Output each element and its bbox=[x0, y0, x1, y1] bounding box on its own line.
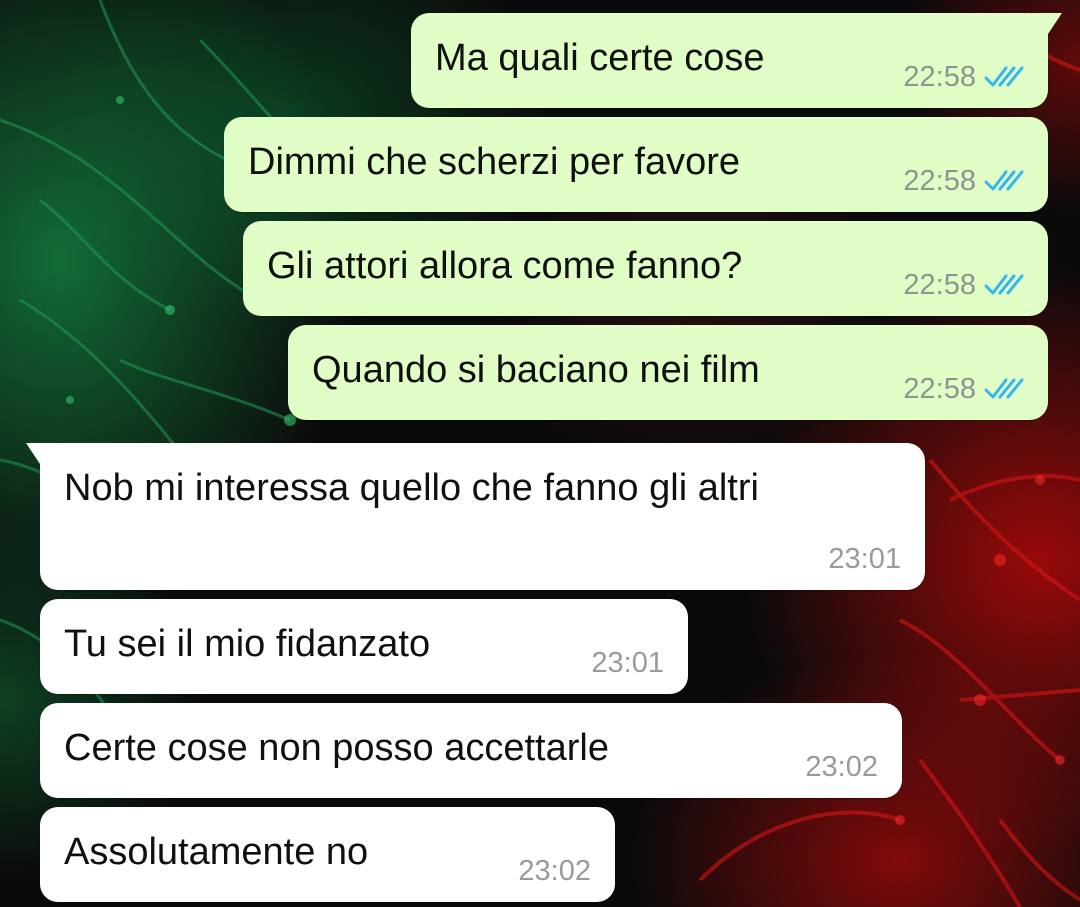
double-check-read-icon bbox=[984, 170, 1024, 191]
message-time: 22:58 bbox=[903, 165, 976, 197]
incoming-message[interactable]: Tu sei il mio fidanzato 23:01 bbox=[40, 599, 688, 694]
message-meta: 23:01 bbox=[828, 542, 901, 576]
outgoing-message[interactable]: Quando si baciano nei film 22:58 bbox=[288, 325, 1048, 420]
message-list[interactable]: Ma quali certe cose 22:58 Dimmi che sche… bbox=[0, 0, 1080, 907]
message-time: 22:58 bbox=[903, 61, 976, 93]
message-text: Dimmi che scherzi per favore bbox=[248, 141, 741, 183]
bubble-tail-icon bbox=[1032, 13, 1062, 37]
message-time: 23:01 bbox=[828, 543, 901, 575]
incoming-message[interactable]: Assolutamente no 23:02 bbox=[40, 807, 615, 902]
message-text: Quando si baciano nei film bbox=[312, 349, 760, 391]
message-text: Assolutamente no bbox=[64, 831, 369, 873]
outgoing-message[interactable]: Ma quali certe cose 22:58 bbox=[411, 13, 1062, 108]
message-meta: 23:01 bbox=[591, 646, 664, 680]
message-text: Certe cose non posso accettarle bbox=[64, 727, 609, 769]
message-text: Tu sei il mio fidanzato bbox=[64, 623, 431, 665]
incoming-message[interactable]: Nob mi interessa quello che fanno gli al… bbox=[26, 443, 925, 590]
message-time: 23:01 bbox=[591, 647, 664, 679]
double-check-read-icon bbox=[984, 274, 1024, 295]
message-meta: 22:58 bbox=[903, 268, 1024, 302]
message-meta: 22:58 bbox=[903, 60, 1024, 94]
message-meta: 22:58 bbox=[903, 372, 1024, 406]
message-time: 22:58 bbox=[903, 269, 976, 301]
double-check-read-icon bbox=[984, 66, 1024, 87]
message-meta: 23:02 bbox=[805, 750, 878, 784]
outgoing-message[interactable]: Dimmi che scherzi per favore 22:58 bbox=[224, 117, 1048, 212]
incoming-message[interactable]: Certe cose non posso accettarle 23:02 bbox=[40, 703, 902, 798]
message-text: Ma quali certe cose bbox=[435, 37, 765, 79]
message-text: Nob mi interessa quello che fanno gli al… bbox=[64, 467, 759, 509]
outgoing-message[interactable]: Gli attori allora come fanno? 22:58 bbox=[243, 221, 1048, 316]
double-check-read-icon bbox=[984, 378, 1024, 399]
bubble-tail-icon bbox=[26, 443, 56, 467]
message-time: 23:02 bbox=[518, 855, 591, 887]
message-time: 22:58 bbox=[903, 373, 976, 405]
message-text: Gli attori allora come fanno? bbox=[267, 245, 743, 287]
message-time: 23:02 bbox=[805, 751, 878, 783]
message-meta: 23:02 bbox=[518, 854, 591, 888]
message-meta: 22:58 bbox=[903, 164, 1024, 198]
